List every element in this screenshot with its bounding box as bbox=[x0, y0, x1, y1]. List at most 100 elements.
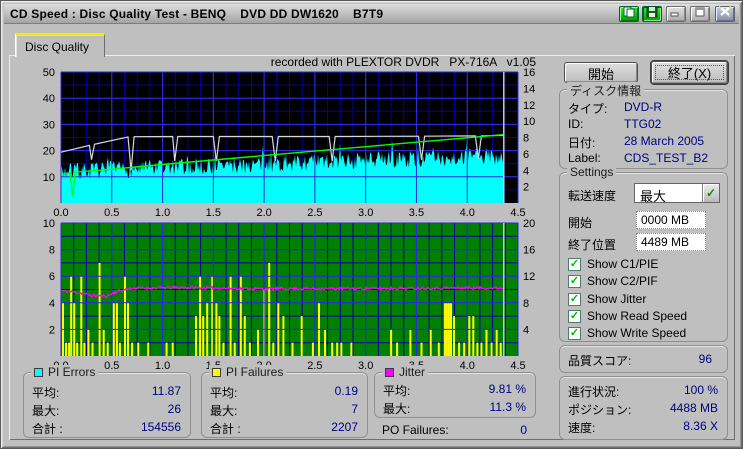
maximize-button[interactable] bbox=[690, 5, 710, 22]
close-icon bbox=[718, 5, 732, 23]
pi-failures-swatch bbox=[212, 367, 221, 377]
start-position-label: 開始 bbox=[568, 216, 593, 230]
stat-value: 0.19 bbox=[334, 384, 358, 398]
svg-text:6: 6 bbox=[49, 271, 55, 283]
po-failures-label: PO Failures: bbox=[382, 423, 449, 437]
svg-text:3.0: 3.0 bbox=[358, 207, 373, 218]
svg-text:40: 40 bbox=[43, 93, 55, 105]
show-c2-pif-checkbox[interactable]: ✓ Show C2/PIF bbox=[568, 274, 658, 288]
tab-disc-quality[interactable]: Disc Quality bbox=[15, 33, 105, 57]
progress-group: 進行状況: 100 % ポジション: 4488 MB 速度: 8.36 X bbox=[559, 376, 728, 440]
check-icon: ✓ bbox=[568, 292, 581, 306]
close-button[interactable] bbox=[715, 5, 735, 23]
stat-label: 最大: bbox=[210, 404, 238, 418]
disc-info-value: 28 March 2005 bbox=[624, 134, 705, 148]
stat-label: 平均: bbox=[210, 386, 238, 400]
right-panel: 開始 終了(X) ディスク情報 タイプ: DVD-R ID: TTG02 日付: 28… bbox=[555, 57, 733, 440]
disc-info-title: ディスク情報 bbox=[567, 82, 645, 99]
transfer-speed-select[interactable]: 最大 ✓ bbox=[634, 183, 720, 204]
disc-info-label: ID: bbox=[568, 117, 584, 131]
quality-score-group: 品質スコア: 96 bbox=[559, 345, 728, 373]
start-button[interactable]: 開始 bbox=[564, 62, 638, 83]
stat-label: 平均: bbox=[32, 386, 60, 400]
svg-text:10: 10 bbox=[43, 218, 55, 230]
start-position-field[interactable] bbox=[636, 211, 706, 229]
disc-info-label: タイプ: bbox=[568, 102, 608, 116]
svg-text:50: 50 bbox=[43, 67, 55, 79]
copy-icon bbox=[623, 5, 635, 23]
speed-value: 8.36 X bbox=[683, 419, 718, 433]
svg-text:20: 20 bbox=[523, 218, 535, 230]
position-label: ポジション: bbox=[568, 403, 632, 417]
show-c1-pie-checkbox[interactable]: ✓ Show C1/PIE bbox=[568, 257, 658, 271]
titlebar-buttons bbox=[619, 5, 739, 23]
end-position-label: 終了位置 bbox=[568, 238, 617, 252]
disc-info-group: ディスク情報 タイプ: DVD-R ID: TTG02 日付: 28 March 20… bbox=[559, 82, 728, 169]
svg-text:12: 12 bbox=[523, 100, 535, 112]
check-icon: ✓ bbox=[568, 274, 581, 288]
svg-text:2.5: 2.5 bbox=[307, 207, 322, 218]
svg-text:8: 8 bbox=[523, 133, 529, 145]
svg-text:2.0: 2.0 bbox=[256, 207, 271, 218]
svg-text:4: 4 bbox=[523, 324, 529, 336]
svg-text:0.5: 0.5 bbox=[104, 360, 119, 370]
minimize-icon bbox=[670, 5, 682, 23]
svg-text:1.0: 1.0 bbox=[155, 207, 170, 218]
copy-button[interactable] bbox=[619, 5, 639, 23]
disc-info-value: CDS_TEST_B2 bbox=[624, 151, 709, 165]
svg-text:16: 16 bbox=[523, 245, 535, 257]
pi-failures-group: PI Failures 平均: 0.19 最大: 7 合計 : 2207 bbox=[201, 365, 368, 438]
stat-label: 合計 : bbox=[32, 422, 63, 436]
svg-text:3.0: 3.0 bbox=[358, 360, 373, 370]
svg-text:4.5: 4.5 bbox=[510, 207, 525, 218]
cd-speed-window: CD Speed : Disc Quality Test - BENQ DVD … bbox=[0, 0, 743, 449]
svg-text:4.0: 4.0 bbox=[460, 360, 475, 370]
svg-text:1.5: 1.5 bbox=[206, 207, 221, 218]
stat-value: 2207 bbox=[331, 420, 358, 434]
progress-value: 100 % bbox=[683, 383, 718, 397]
speed-label: 速度: bbox=[568, 421, 596, 435]
show-write-speed-checkbox[interactable]: ✓ Show Write Speed bbox=[568, 326, 686, 340]
quality-score-value: 96 bbox=[698, 352, 712, 366]
save-button[interactable] bbox=[642, 5, 662, 22]
svg-text:30: 30 bbox=[43, 119, 55, 131]
transfer-speed-label: 転送速度 bbox=[568, 189, 617, 203]
transfer-speed-value: 最大 bbox=[640, 189, 667, 204]
show-jitter-checkbox[interactable]: ✓ Show Jitter bbox=[568, 292, 646, 306]
svg-text:2: 2 bbox=[49, 324, 55, 336]
pi-errors-swatch bbox=[34, 367, 43, 377]
titlebar: CD Speed : Disc Quality Test - BENQ DVD … bbox=[4, 4, 739, 24]
jitter-swatch bbox=[385, 367, 394, 377]
end-position-field[interactable] bbox=[636, 233, 706, 251]
pie-speed-chart: 0.0 0.5 1.0 1.5 2.0 2.5 3.0 3.5 4.0 4.5 50 40 30 20 10… bbox=[43, 67, 536, 218]
disc-info-label: Label: bbox=[568, 151, 601, 165]
pif-jitter-chart: 0.00.51.01.52.02.53.03.54.04.51086422016… bbox=[43, 218, 536, 370]
svg-text:3.5: 3.5 bbox=[409, 207, 424, 218]
check-icon: ✓ bbox=[568, 257, 581, 271]
svg-text:12: 12 bbox=[523, 271, 535, 283]
stat-value: 154556 bbox=[140, 420, 181, 434]
exit-button[interactable]: 終了(X) bbox=[651, 61, 728, 84]
stat-label: 最大: bbox=[32, 404, 60, 418]
svg-text:10: 10 bbox=[43, 172, 55, 184]
show-read-speed-checkbox[interactable]: ✓ Show Read Speed bbox=[568, 309, 687, 323]
window-title: CD Speed : Disc Quality Test - BENQ DVD … bbox=[10, 6, 384, 21]
svg-text:16: 16 bbox=[523, 67, 535, 79]
stat-value: 11.87 bbox=[151, 384, 181, 398]
disc-info-value: TTG02 bbox=[624, 117, 662, 131]
svg-text:1.0: 1.0 bbox=[155, 360, 170, 370]
svg-text:4: 4 bbox=[49, 298, 55, 310]
pi-errors-title: PI Errors bbox=[48, 365, 96, 379]
svg-text:0.0: 0.0 bbox=[53, 207, 68, 218]
svg-text:8: 8 bbox=[49, 245, 55, 257]
minimize-button[interactable] bbox=[666, 5, 686, 23]
progress-label: 進行状況: bbox=[568, 385, 620, 399]
svg-text:20: 20 bbox=[43, 146, 55, 158]
svg-text:2: 2 bbox=[523, 182, 529, 194]
quality-score-label: 品質スコア: bbox=[568, 354, 632, 368]
svg-text:0.5: 0.5 bbox=[104, 207, 119, 218]
stat-label: 合計 : bbox=[210, 422, 241, 436]
main-pane: recorded with PLEXTOR DVDR PX-716A v1.05… bbox=[9, 55, 735, 440]
position-value: 4488 MB bbox=[669, 401, 718, 415]
svg-text:8: 8 bbox=[523, 298, 529, 310]
